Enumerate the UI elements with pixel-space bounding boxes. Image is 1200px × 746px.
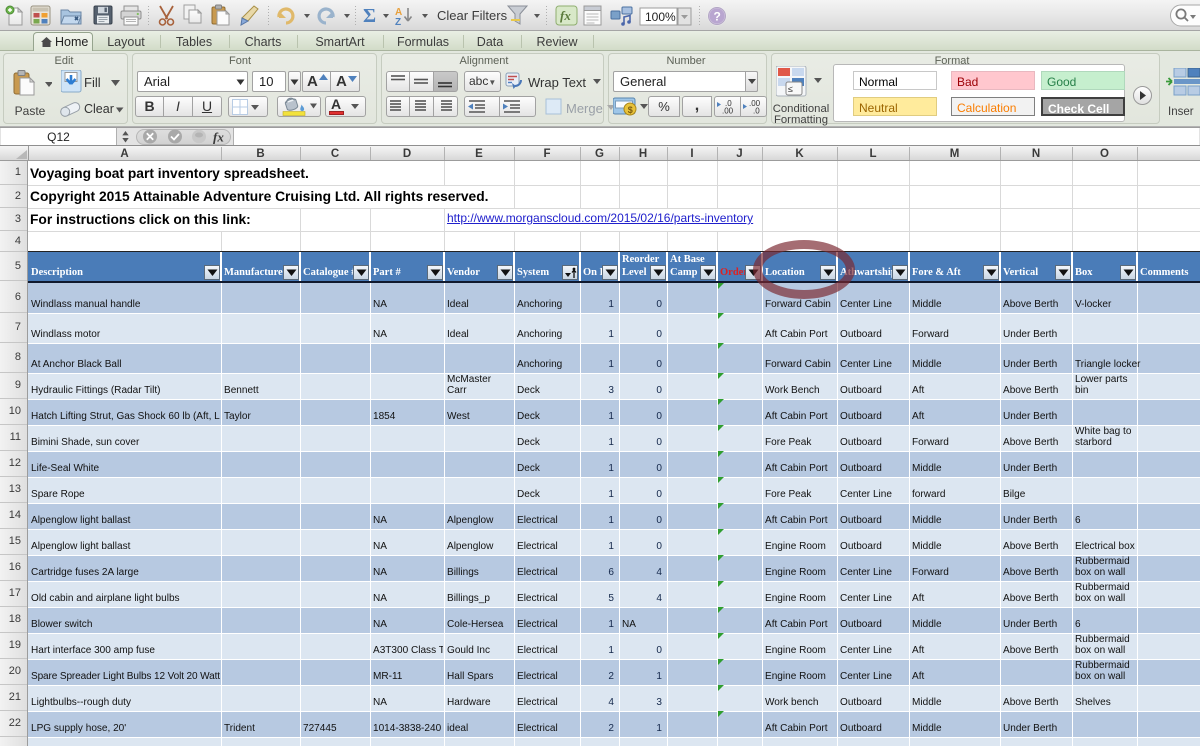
svg-text:$: $ [628, 105, 633, 115]
svg-text:≤: ≤ [788, 84, 793, 94]
svg-text:fx: fx [560, 8, 571, 23]
svg-text:?: ? [714, 10, 721, 24]
svg-text:.00: .00 [722, 107, 734, 116]
svg-text:Z: Z [395, 17, 401, 28]
svg-text:100%: 100% [645, 10, 676, 24]
svg-text:Clear Filters: Clear Filters [437, 8, 508, 23]
svg-text:Σ: Σ [363, 5, 376, 27]
svg-text:fx: fx [213, 130, 224, 145]
svg-text:.0: .0 [753, 107, 760, 116]
